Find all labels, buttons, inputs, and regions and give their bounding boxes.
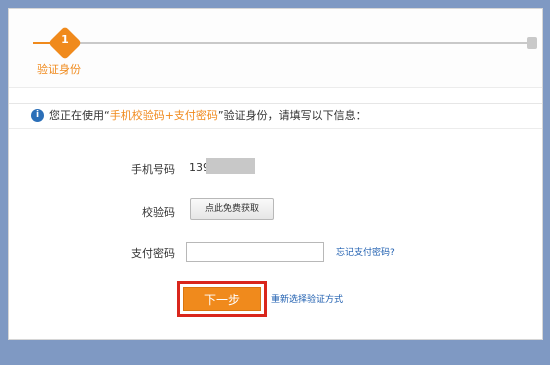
phone-number-masked: [206, 158, 255, 174]
info-prefix: 您正在使用“: [49, 109, 110, 122]
step-1-number: 1: [61, 33, 69, 46]
password-label: 支付密码: [131, 247, 175, 260]
next-button[interactable]: 下一步: [183, 287, 261, 311]
get-code-button[interactable]: 点此免费获取: [190, 198, 274, 220]
step-1-label: 验证身份: [37, 63, 81, 76]
info-text: 您正在使用“手机校验码+支付密码”验证身份，请填写以下信息：: [49, 104, 367, 128]
info-notice: i 您正在使用“手机校验码+支付密码”验证身份，请填写以下信息：: [9, 103, 542, 129]
reselect-method-link[interactable]: 重新选择验证方式: [271, 292, 343, 305]
verification-panel: 1 验证身份 i 您正在使用“手机校验码+支付密码”验证身份，请填写以下信息： …: [8, 8, 543, 340]
step-progress-bar: 1 验证身份: [9, 9, 542, 88]
code-label: 校验码: [142, 206, 175, 219]
step-end-marker: [527, 37, 537, 49]
forgot-password-link[interactable]: 忘记支付密码?: [336, 245, 395, 258]
phone-label: 手机号码: [131, 163, 175, 176]
info-icon: i: [31, 109, 44, 122]
verification-method: 手机校验码+支付密码: [109, 109, 218, 122]
payment-password-input[interactable]: [186, 242, 324, 262]
step-progress-track: [79, 42, 529, 44]
info-suffix: ”验证身份，请填写以下信息：: [217, 109, 367, 122]
